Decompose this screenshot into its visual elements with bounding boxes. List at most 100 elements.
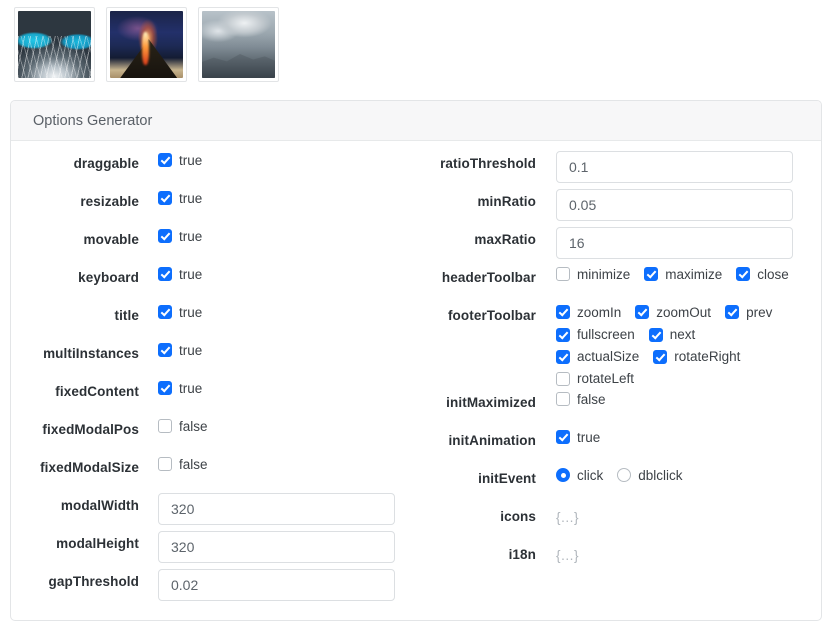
movable-checkbox[interactable]: true (158, 228, 203, 244)
checkbox-checked-icon[interactable] (556, 305, 570, 320)
fixed-modal-pos-label: fixedModalPos (42, 422, 139, 437)
checkbox-checked-icon[interactable] (653, 349, 668, 364)
checkbox-unchecked-icon[interactable] (158, 457, 172, 472)
checkbox-unchecked-icon[interactable] (556, 392, 570, 407)
fixed-content-checkbox[interactable]: true (158, 381, 202, 396)
fixed-modal-pos-checkbox[interactable]: false (158, 418, 208, 434)
checkbox-checked-icon[interactable] (158, 267, 172, 282)
init-animation-control: true (536, 424, 821, 445)
option-row-fixed-content: fixedContent true (11, 375, 416, 413)
checkbox-checked-icon[interactable] (556, 430, 570, 445)
header-toolbar-control: minimize maximize close (536, 261, 821, 282)
multi-instances-checkbox[interactable]: true (158, 343, 202, 358)
thumbnail-item-1[interactable] (14, 7, 95, 82)
ratio-threshold-input[interactable] (556, 151, 793, 183)
radio-selected-icon[interactable] (556, 468, 570, 483)
checkbox-checked-icon[interactable] (158, 153, 172, 168)
checkbox-checked-icon[interactable] (556, 349, 570, 364)
option-row-draggable: draggable true (11, 147, 416, 185)
keyboard-label: true (179, 266, 203, 282)
init-animation-checkbox[interactable]: true (556, 430, 600, 445)
modal-width-label: modalWidth (60, 498, 139, 513)
footer-toolbar-next-checkbox[interactable]: next (648, 327, 695, 342)
fixed-content-label: fixedContent (55, 384, 139, 399)
header-toolbar-maximize-checkbox[interactable]: maximize (644, 267, 722, 282)
footer-toolbar-zoom-in-checkbox[interactable]: zoomIn (556, 304, 622, 320)
option-row-fixed-modal-size: fixedModalSize false (11, 451, 416, 489)
footer-toolbar-line-3: rotateLeft (556, 370, 821, 387)
draggable-checkbox[interactable]: true (158, 153, 202, 168)
footer-toolbar-zoom-out-checkbox[interactable]: zoomOut (635, 305, 711, 320)
option-row-movable: movable true (11, 223, 416, 261)
checkbox-checked-icon[interactable] (158, 191, 172, 206)
keyboard-checkbox[interactable]: true (158, 266, 203, 282)
footer-toolbar-actual-size-checkbox[interactable]: actualSize (556, 349, 639, 364)
movable-label: true (179, 228, 203, 244)
i18n-object-value[interactable]: {…} (556, 542, 579, 563)
i18n-label: i18n (508, 547, 536, 563)
thumbnail-strip (0, 0, 832, 88)
footer-toolbar-prev-checkbox[interactable]: prev (725, 305, 772, 320)
thumbnail-item-2[interactable] (106, 7, 187, 82)
modal-height-input[interactable] (158, 531, 395, 563)
fixed-modal-size-checkbox[interactable]: false (158, 457, 208, 472)
init-maximized-checkbox[interactable]: false (556, 392, 606, 407)
checkbox-checked-icon[interactable] (556, 327, 570, 342)
option-row-multi-instances: multiInstances true (11, 337, 416, 375)
panel-title: Options Generator (33, 112, 153, 129)
checkbox-unchecked-icon[interactable] (158, 419, 172, 434)
checkbox-checked-icon[interactable] (158, 305, 172, 320)
init-event-dblclick-radio[interactable]: dblclick (617, 467, 683, 483)
header-toolbar-close-checkbox[interactable]: close (736, 267, 789, 282)
footer-toolbar-rotate-left-label: rotateLeft (577, 371, 635, 387)
option-row-modal-height: modalHeight (11, 527, 416, 565)
title-checkbox[interactable]: true (158, 305, 202, 320)
checkbox-unchecked-icon[interactable] (556, 267, 570, 282)
panel-body: draggable true resizable true movable true key… (11, 141, 821, 603)
footer-toolbar-rotate-left-checkbox[interactable]: rotateLeft (556, 371, 635, 387)
footer-toolbar-rotate-right-checkbox[interactable]: rotateRight (653, 349, 741, 365)
ratio-threshold-label: ratioThreshold (440, 156, 536, 171)
gap-threshold-input[interactable] (158, 569, 395, 601)
checkbox-checked-icon[interactable] (736, 267, 751, 282)
movable-control: true (139, 223, 416, 244)
footer-toolbar-control: zoomIn zoomOut prev fullscreen next actualSiz… (536, 299, 821, 387)
option-row-header-toolbar: headerToolbar minimize maximize close (416, 261, 821, 299)
radio-unselected-icon[interactable] (617, 468, 632, 483)
checkbox-checked-icon[interactable] (158, 229, 172, 244)
footer-toolbar-label: footerToolbar (447, 308, 536, 323)
footer-toolbar-zoom-in-label: zoomIn (577, 304, 622, 320)
movable-label: movable (83, 232, 139, 247)
checkbox-checked-icon[interactable] (725, 305, 740, 320)
checkbox-checked-icon[interactable] (635, 305, 650, 320)
checkbox-checked-icon[interactable] (644, 267, 659, 282)
icons-object-value[interactable]: {…} (556, 504, 579, 525)
checkbox-checked-icon[interactable] (158, 343, 172, 358)
checkbox-checked-icon[interactable] (648, 327, 663, 342)
option-row-keyboard: keyboard true (11, 261, 416, 299)
modal-width-input[interactable] (158, 493, 395, 525)
option-row-init-animation: initAnimation true (416, 424, 821, 462)
option-row-init-event: initEvent click dblclick (416, 462, 821, 500)
checkbox-checked-icon[interactable] (158, 381, 172, 396)
init-animation-label: initAnimation (448, 433, 536, 449)
min-ratio-input[interactable] (556, 189, 793, 221)
thumbnail-item-3[interactable] (198, 7, 279, 82)
footer-toolbar-fullscreen-checkbox[interactable]: fullscreen (556, 327, 635, 342)
resizable-checkbox[interactable]: true (158, 190, 203, 206)
header-toolbar-minimize-checkbox[interactable]: minimize (556, 267, 630, 282)
checkbox-unchecked-icon[interactable] (556, 372, 570, 387)
left-options-column: draggable true resizable true movable true key… (11, 147, 416, 603)
keyboard-control: true (139, 261, 416, 282)
option-row-footer-toolbar: footerToolbar zoomIn zoomOut prev fullscreen… (416, 299, 821, 387)
init-event-control: click dblclick (536, 462, 821, 483)
draggable-label: draggable (73, 156, 139, 171)
init-event-click-radio[interactable]: click (556, 468, 603, 483)
max-ratio-input[interactable] (556, 227, 793, 259)
fixed-modal-pos-label: false (179, 418, 208, 434)
title-control: true (139, 299, 416, 320)
ash-cloud-rocky-ridge-image (202, 11, 275, 78)
init-event-dblclick-label: dblclick (638, 467, 683, 483)
resizable-label: true (179, 190, 203, 206)
footer-toolbar-rotate-right-label: rotateRight (674, 349, 741, 365)
